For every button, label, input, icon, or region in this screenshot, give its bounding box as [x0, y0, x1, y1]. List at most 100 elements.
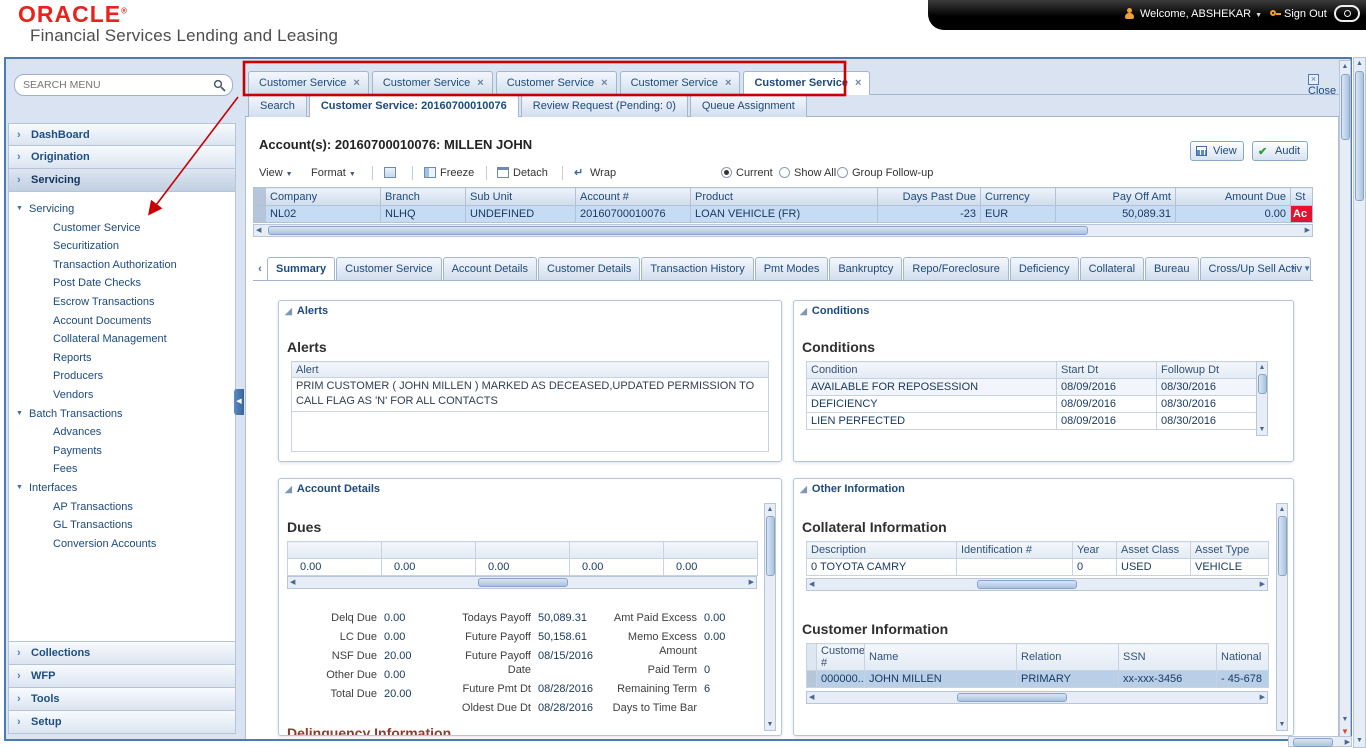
search-input[interactable]: [23, 77, 203, 93]
cell-ssn[interactable]: xx-xxx-3456: [1119, 671, 1217, 688]
cell-condition[interactable]: LIEN PERFECTED: [807, 413, 1057, 430]
window-tab-customer-service-4[interactable]: Customer Service×: [620, 71, 741, 95]
expanded-node-icon[interactable]: ▼: [16, 479, 23, 498]
cell-status-badge[interactable]: Ac: [1291, 206, 1313, 223]
disclosure-icon[interactable]: ◢: [285, 484, 292, 494]
tree-item-securitization[interactable]: Securitization: [9, 237, 235, 256]
close-tab-icon[interactable]: ×: [725, 77, 731, 89]
col-name[interactable]: Name: [865, 644, 1017, 671]
tabs-overflow-icon[interactable]: ▼: [1303, 257, 1311, 280]
freeze-button[interactable]: Freeze: [424, 164, 474, 183]
avatar-icon[interactable]: [1334, 5, 1360, 22]
col-currency[interactable]: Currency: [981, 188, 1056, 206]
cell-followup-dt[interactable]: 08/30/2016: [1157, 379, 1257, 396]
tree-item-ap-transactions[interactable]: AP Transactions: [9, 498, 235, 517]
alerts-panel-header[interactable]: ◢Alerts: [285, 305, 328, 317]
window-tab-customer-service-1[interactable]: Customer Service×: [248, 71, 369, 95]
cell-asset-type[interactable]: VEHICLE: [1191, 559, 1269, 576]
scroll-right-icon[interactable]: ▶: [1260, 692, 1265, 703]
tree-item-transaction-authorization[interactable]: Transaction Authorization: [9, 256, 235, 275]
scroll-right-icon[interactable]: ▶: [749, 577, 754, 588]
customer-hscrollbar[interactable]: ◀ ▶: [806, 691, 1268, 704]
radio-group-follow-up[interactable]: Group Follow-up: [837, 164, 933, 183]
scroll-right-icon[interactable]: ▶: [1260, 579, 1265, 590]
expanded-node-icon[interactable]: ▼: [16, 405, 23, 424]
scroll-left-icon[interactable]: ◀: [809, 692, 814, 703]
close-tab-icon[interactable]: ×: [601, 77, 607, 89]
tab-bankruptcy[interactable]: Bankruptcy: [829, 257, 902, 280]
sidebar-collapse-handle[interactable]: ◀: [234, 389, 244, 415]
disclosure-icon[interactable]: ◢: [285, 306, 292, 316]
close-tab-icon[interactable]: ×: [855, 77, 861, 89]
format-menu-button[interactable]: Format▼: [311, 164, 356, 183]
cell-pay-off-amt[interactable]: 50,089.31: [1056, 206, 1176, 223]
col-branch[interactable]: Branch: [381, 188, 466, 206]
tab-deficiency[interactable]: Deficiency: [1010, 257, 1079, 280]
sidebar-item-dashboard[interactable]: ›DashBoard: [8, 123, 236, 146]
cell-product[interactable]: LOAN VEHICLE (FR): [691, 206, 878, 223]
scroll-right-icon[interactable]: ▶: [1305, 225, 1310, 236]
tree-node-batch-transactions[interactable]: ▼Batch Transactions: [9, 405, 235, 424]
cell-days-past-due[interactable]: -23: [878, 206, 981, 223]
scroll-down-icon[interactable]: ▼: [1257, 424, 1267, 435]
condition-row[interactable]: DEFICIENCY 08/09/2016 08/30/2016: [807, 396, 1257, 413]
page-vscrollbar[interactable]: ▲ ▼: [1353, 57, 1366, 748]
dues-value[interactable]: 0.00: [570, 559, 664, 576]
window-tab-customer-service-5[interactable]: Customer Service×: [743, 71, 870, 95]
alert-text[interactable]: PRIM CUSTOMER ( JOHN MILLEN ) MARKED AS …: [292, 378, 769, 412]
scroll-right-icon[interactable]: ▶: [1345, 737, 1350, 748]
customer-row[interactable]: 000000... JOHN MILLEN PRIMARY xx-xxx-345…: [807, 671, 1269, 688]
tabs-scroll-left-icon[interactable]: ‹: [253, 258, 267, 281]
condition-row[interactable]: AVAILABLE FOR REPOSESSION 08/09/2016 08/…: [807, 379, 1257, 396]
col-followup-dt[interactable]: Followup Dt: [1157, 362, 1257, 379]
sign-out-link[interactable]: Sign Out: [1284, 8, 1327, 20]
tree-item-vendors[interactable]: Vendors: [9, 386, 235, 405]
sidebar-item-origination[interactable]: ›Origination: [8, 146, 236, 169]
dues-value[interactable]: 0.00: [664, 559, 758, 576]
view-button[interactable]: View: [1190, 141, 1244, 161]
scroll-down-icon[interactable]: ▼: [1340, 714, 1350, 725]
scroll-up-icon[interactable]: ▲: [765, 504, 775, 515]
tree-node-interfaces[interactable]: ▼Interfaces: [9, 479, 235, 498]
tabs-scroll-right-icon[interactable]: ›: [1291, 257, 1295, 280]
radio-icon[interactable]: [837, 167, 848, 178]
hscroll-thumb[interactable]: [1293, 738, 1333, 747]
tab-transaction-history[interactable]: Transaction History: [641, 257, 753, 280]
disclosure-icon[interactable]: ◢: [800, 484, 807, 494]
tree-item-gl-transactions[interactable]: GL Transactions: [9, 516, 235, 535]
scroll-left-icon[interactable]: ◀: [256, 225, 261, 236]
cell-year[interactable]: 0: [1073, 559, 1117, 576]
sidebar-item-collections[interactable]: ›Collections: [8, 642, 236, 665]
tab-customer-service-account[interactable]: Customer Service: 20160700010076: [309, 95, 519, 117]
col-pay-off-amt[interactable]: Pay Off Amt: [1056, 188, 1176, 206]
wrap-button[interactable]: Wrap: [574, 164, 616, 183]
col-relation[interactable]: Relation: [1017, 644, 1119, 671]
hscroll-thumb[interactable]: [977, 580, 1077, 589]
cell-currency[interactable]: EUR: [981, 206, 1056, 223]
window-tab-customer-service-3[interactable]: Customer Service×: [496, 71, 617, 95]
audit-button[interactable]: ✔Audit: [1252, 141, 1308, 161]
detach-button[interactable]: Detach: [497, 164, 548, 183]
col-ssn[interactable]: SSN: [1119, 644, 1217, 671]
row-selector[interactable]: [807, 671, 817, 688]
export-button[interactable]: [384, 164, 400, 183]
scroll-up-icon[interactable]: ▲: [1277, 504, 1287, 515]
cell-start-dt[interactable]: 08/09/2016: [1057, 413, 1157, 430]
dues-value[interactable]: 0.00: [288, 559, 382, 576]
col-status[interactable]: St: [1291, 188, 1313, 206]
tab-queue-assignment[interactable]: Queue Assignment: [690, 95, 807, 117]
dues-hscrollbar[interactable]: ◀ ▶: [287, 576, 757, 589]
cell-national[interactable]: - 45-678: [1217, 671, 1269, 688]
tab-search[interactable]: Search: [248, 95, 307, 117]
other-information-panel-header[interactable]: ◢Other Information: [800, 483, 905, 495]
cell-name[interactable]: JOHN MILLEN: [865, 671, 1017, 688]
col-sub-unit[interactable]: Sub Unit: [466, 188, 576, 206]
tab-collateral[interactable]: Collateral: [1080, 257, 1144, 280]
welcome-menu[interactable]: Welcome, ABSHEKAR▼: [1140, 8, 1262, 20]
sidebar-item-tools[interactable]: ›Tools: [8, 688, 236, 711]
dues-value[interactable]: 0.00: [476, 559, 570, 576]
scroll-down-icon[interactable]: ▼: [1354, 735, 1365, 746]
cell-followup-dt[interactable]: 08/30/2016: [1157, 396, 1257, 413]
tree-item-customer-service[interactable]: Customer Service: [9, 219, 235, 238]
cell-identification[interactable]: [957, 559, 1073, 576]
